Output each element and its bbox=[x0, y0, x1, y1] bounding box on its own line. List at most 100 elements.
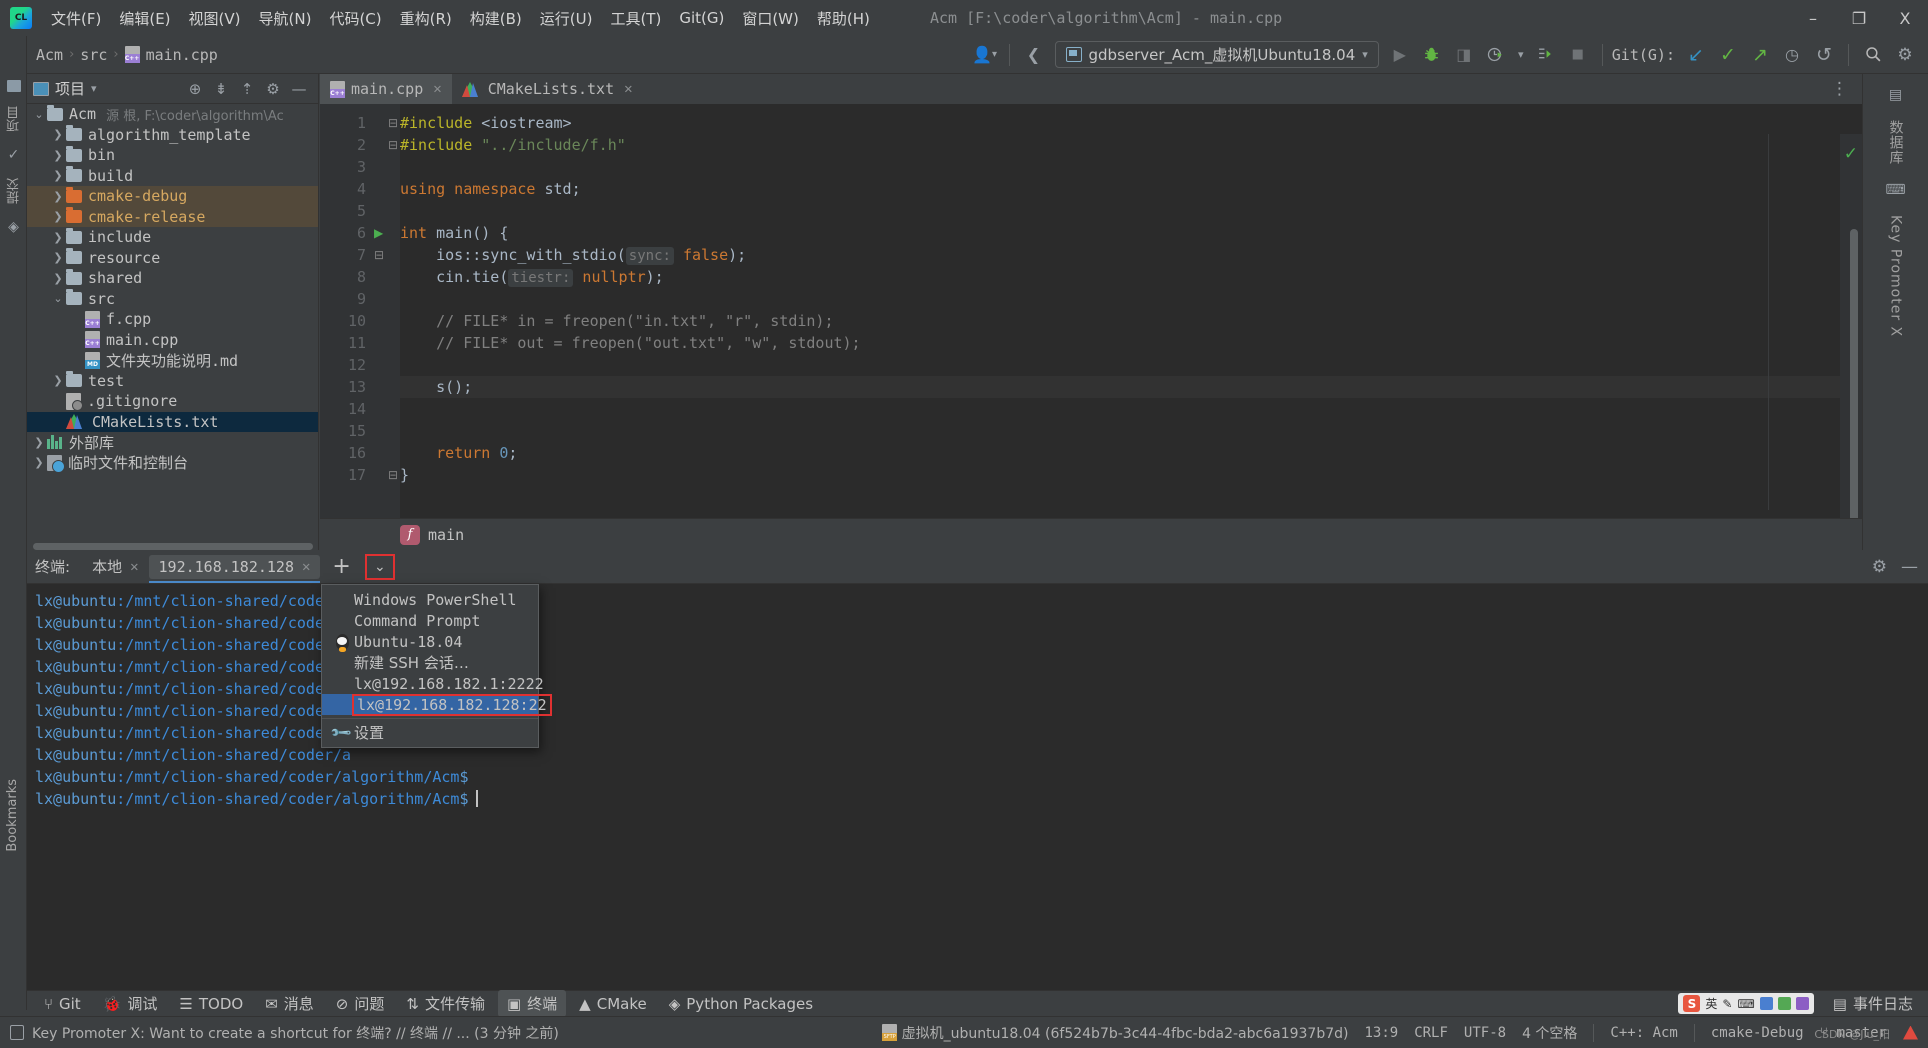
menu-navigate[interactable]: 导航(N) bbox=[250, 4, 321, 33]
code-editor[interactable]: 1 2 3 4 5 6 7 8 9 10 11 12 13 14 15 16 17 ⊟ ⊟ ▶ ⊟ ⊟ #includ… bbox=[320, 104, 1862, 550]
code-line[interactable]: // FILE* out = freopen("out.txt", "w", s… bbox=[400, 332, 1862, 354]
coverage-button[interactable]: ◨ bbox=[1449, 41, 1479, 69]
menu-edit[interactable]: 编辑(E) bbox=[110, 4, 179, 33]
chevron-right-icon[interactable]: ❯ bbox=[50, 210, 66, 223]
ime-mode-label[interactable]: 英 bbox=[1705, 995, 1717, 1012]
code-line[interactable]: using namespace std; bbox=[400, 178, 1862, 200]
maximize-button[interactable]: ❐ bbox=[1836, 0, 1882, 36]
menu-code[interactable]: 代码(C) bbox=[320, 4, 390, 33]
locate-file-icon[interactable]: ⊕ bbox=[182, 76, 208, 102]
fold-marker-icon[interactable]: ⊟ bbox=[370, 464, 400, 486]
structure-tool-icon[interactable]: ◈ bbox=[0, 212, 27, 242]
chevron-right-icon[interactable]: ❯ bbox=[50, 128, 66, 141]
tree-node-resource[interactable]: ❯ resource bbox=[27, 248, 318, 269]
right-tab-database[interactable]: 数据库 bbox=[1886, 110, 1906, 175]
run-gutter-icon[interactable]: ▶ ⊟ bbox=[370, 222, 400, 262]
close-button[interactable]: X bbox=[1882, 0, 1928, 36]
left-tab-project[interactable]: 项目 bbox=[0, 98, 29, 140]
profile-button[interactable] bbox=[1481, 41, 1511, 69]
chevron-right-icon[interactable]: ❯ bbox=[50, 190, 66, 203]
project-tool-icon[interactable] bbox=[6, 80, 21, 92]
git-rollback-icon[interactable]: ↺ bbox=[1809, 41, 1839, 69]
tree-node-shared[interactable]: ❯ shared bbox=[27, 268, 318, 289]
code-line[interactable]: cin.tie(tiestr: nullptr); bbox=[400, 266, 1862, 288]
key-promoter-message[interactable]: Key Promoter X: Want to create a shortcu… bbox=[32, 1023, 559, 1043]
tool-tab-todo[interactable]: ☰ TODO bbox=[170, 992, 252, 1016]
close-icon[interactable]: ✕ bbox=[130, 559, 138, 575]
ime-toolbox-icon[interactable] bbox=[1777, 997, 1791, 1010]
dropdown-item-lx@192.168.182.1:2222[interactable]: lx@192.168.182.1:2222 bbox=[322, 673, 544, 694]
error-indicator-icon[interactable] bbox=[1903, 1025, 1918, 1040]
tool-tab-file-transfer[interactable]: ⇅ 文件传输 bbox=[397, 990, 494, 1017]
indent-setting[interactable]: 4 个空格 bbox=[1522, 1023, 1577, 1043]
ime-apps-icon[interactable] bbox=[1795, 997, 1809, 1010]
tool-tab-problems[interactable]: ⊘ 问题 bbox=[327, 990, 394, 1017]
terminal-output[interactable]: lx@ubuntu:/mnt/clion-shared/coder/a lx@ub… bbox=[27, 584, 1928, 990]
current-function-name[interactable]: main bbox=[428, 526, 464, 544]
close-icon[interactable]: ✕ bbox=[624, 81, 632, 97]
ime-pen-icon[interactable]: ✎ bbox=[1722, 997, 1732, 1011]
dropdown-item-ssh[interactable]: 新建 SSH 会话… bbox=[322, 652, 538, 673]
hide-panel-icon[interactable]: — bbox=[1901, 557, 1918, 577]
run-configuration-selector[interactable]: gdbserver_Acm_虚拟机Ubuntu18.04 ▾ bbox=[1054, 41, 1379, 68]
share-user-icon[interactable]: 👤 ▾ bbox=[970, 41, 1000, 69]
commit-tool-icon[interactable]: ✓ bbox=[0, 140, 27, 170]
tool-tab-terminal[interactable]: ▣ 终端 bbox=[497, 990, 567, 1017]
code-line[interactable]: // FILE* in = freopen("in.txt", "r", std… bbox=[400, 310, 1862, 332]
dropdown-item-ubuntu-18.04[interactable]: Ubuntu-18.04 bbox=[322, 631, 538, 652]
tool-tab-messages[interactable]: ✉ 消息 bbox=[256, 990, 323, 1017]
chevron-right-icon[interactable]: ❯ bbox=[50, 374, 66, 387]
code-line[interactable]: int main() { bbox=[400, 222, 1862, 244]
editor-options-icon[interactable]: ⋮ bbox=[1823, 74, 1856, 104]
tree-node-algorithm_template[interactable]: ❯ algorithm_template bbox=[27, 125, 318, 146]
tool-tab-debug[interactable]: 🐞 调试 bbox=[94, 990, 167, 1017]
search-icon[interactable] bbox=[1858, 41, 1888, 69]
debug-button[interactable] bbox=[1417, 41, 1447, 69]
menu-build[interactable]: 构建(B) bbox=[461, 4, 531, 33]
tree-node-f.cpp[interactable]: ❯ f.cpp bbox=[27, 309, 318, 330]
collapse-all-icon[interactable]: ⇡ bbox=[234, 76, 260, 102]
key-promoter-icon[interactable]: ⌨ bbox=[1882, 175, 1909, 205]
code-line[interactable] bbox=[400, 420, 1862, 442]
code-folding-column[interactable]: ⊟ ⊟ ▶ ⊟ ⊟ bbox=[370, 112, 400, 486]
editor-tab-main-cpp[interactable]: main.cpp ✕ bbox=[320, 74, 452, 104]
chevron-down-icon[interactable]: ▾ bbox=[1513, 41, 1529, 69]
terminal-dropdown-button[interactable]: ⌄ bbox=[364, 553, 395, 580]
code-line[interactable]: ios::sync_with_stdio(sync: false); bbox=[400, 244, 1862, 266]
attach-button[interactable] bbox=[1531, 41, 1561, 69]
chevron-right-icon[interactable]: ❯ bbox=[50, 231, 66, 244]
tree-node-src[interactable]: ⌄ src bbox=[27, 289, 318, 310]
chevron-right-icon[interactable]: ❯ bbox=[69, 313, 85, 326]
code-line[interactable]: s(); bbox=[400, 376, 1862, 398]
tree-node-[interactable]: ❯ 外部库 bbox=[27, 432, 318, 453]
menu-view[interactable]: 视图(V) bbox=[180, 4, 250, 33]
tree-node-include[interactable]: ❯ include bbox=[27, 227, 318, 248]
run-button[interactable]: ▶ bbox=[1385, 41, 1415, 69]
gear-icon[interactable]: ⚙ bbox=[1872, 557, 1887, 577]
git-history-icon[interactable]: ◷ bbox=[1777, 41, 1807, 69]
menu-git[interactable]: Git(G) bbox=[670, 5, 733, 31]
menu-refactor[interactable]: 重构(R) bbox=[391, 4, 461, 33]
tool-tab-python-packages[interactable]: ◈ Python Packages bbox=[660, 992, 822, 1016]
chevron-down-icon[interactable]: ▾ bbox=[91, 82, 97, 95]
code-line[interactable]: #include "../include/f.h" bbox=[400, 134, 1862, 156]
minimize-button[interactable]: – bbox=[1790, 0, 1836, 36]
caret-position[interactable]: 13:9 bbox=[1364, 1025, 1398, 1041]
terminal-tab-local[interactable]: 本地 ✕ bbox=[82, 553, 148, 580]
editor-tab-cmakelists[interactable]: CMakeLists.txt ✕ bbox=[452, 74, 643, 104]
ime-box-icon[interactable] bbox=[1759, 997, 1773, 1010]
breadcrumb-src[interactable]: src bbox=[80, 46, 107, 64]
git-update-icon[interactable]: ↙ bbox=[1681, 41, 1711, 69]
chevron-right-icon[interactable]: ❯ bbox=[69, 354, 85, 367]
left-tab-bookmarks[interactable]: Bookmarks bbox=[0, 771, 25, 860]
code-content[interactable]: #include <iostream> #include "../include/… bbox=[400, 112, 1862, 550]
chevron-right-icon[interactable]: ❯ bbox=[50, 395, 66, 408]
menu-window[interactable]: 窗口(W) bbox=[733, 4, 808, 33]
build-profile[interactable]: cmake-Debug bbox=[1711, 1025, 1804, 1041]
menu-tools[interactable]: 工具(T) bbox=[601, 4, 670, 33]
code-line[interactable] bbox=[400, 288, 1862, 310]
chevron-right-icon[interactable]: ❯ bbox=[31, 456, 47, 469]
tree-node-[interactable]: ❯ 临时文件和控制台 bbox=[27, 453, 318, 474]
git-menu-label[interactable]: Git(G): bbox=[1612, 46, 1675, 64]
dropdown-item-commandprompt[interactable]: Command Prompt bbox=[322, 610, 538, 631]
